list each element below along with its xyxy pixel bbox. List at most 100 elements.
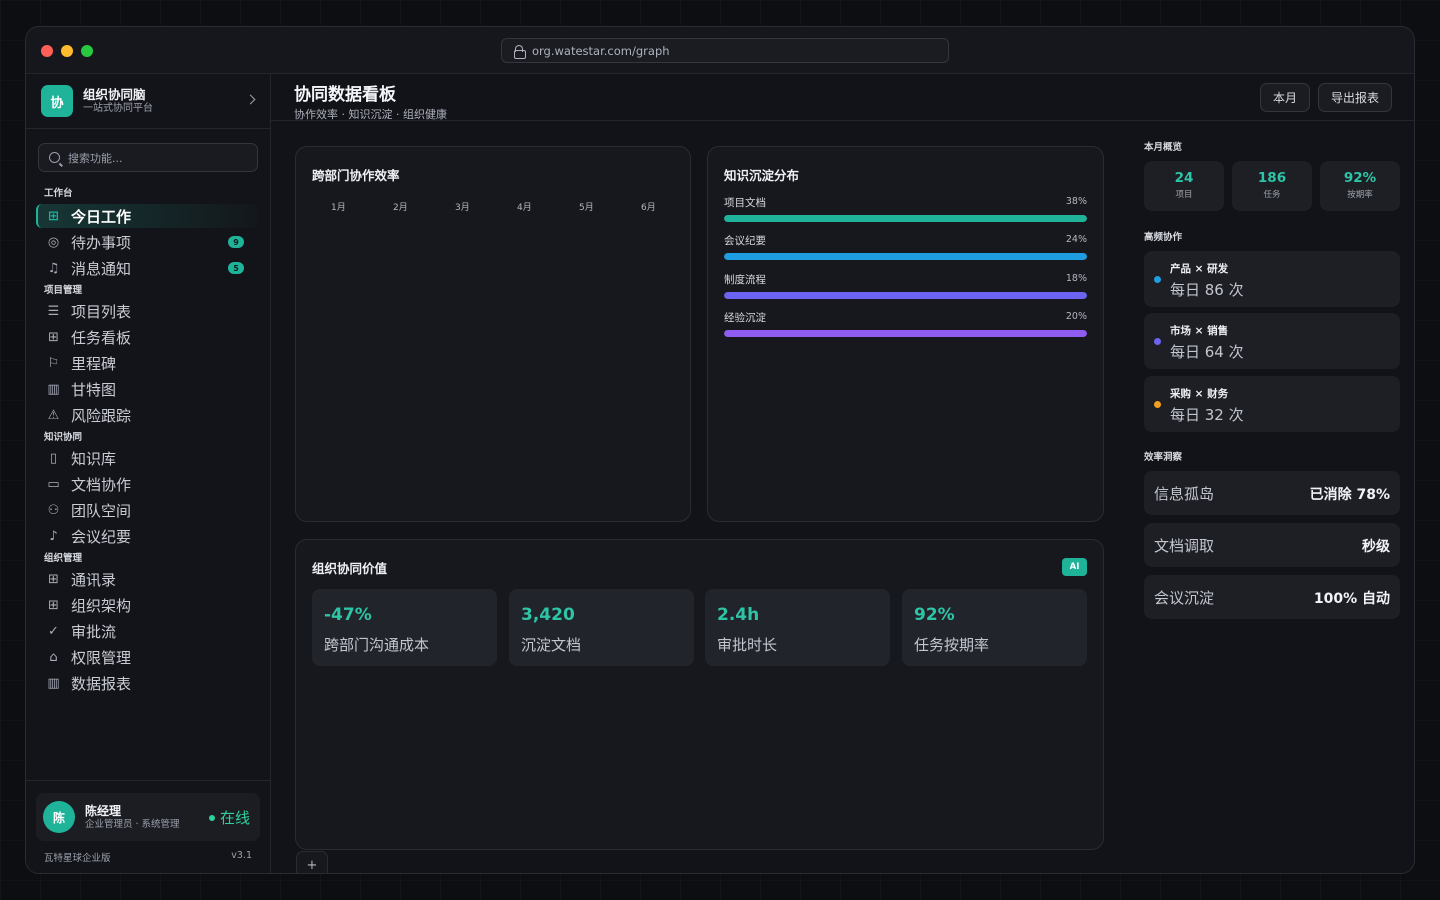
brand-switcher[interactable]: 协 组织协同脑 一站式协同平台 [41,85,256,117]
month-tick-label: 6月 [641,203,656,213]
metric-value: -47% [324,605,372,625]
insight-item[interactable]: 文档调取 秒级 [1144,523,1400,567]
insights-title: 效率洞察 [1144,452,1183,463]
insight-key: 会议沉淀 [1154,589,1215,607]
brand-logo: 协 [41,85,73,117]
count-badge: 5 [228,262,244,274]
sidebar-item-label: 团队空间 [71,501,132,520]
knowledge-bar-fill [724,292,1087,299]
metric-value: 2.4h [717,605,760,625]
minimize-window-button[interactable] [61,45,73,57]
org-chart-icon: ⊞ [48,597,59,613]
search-input[interactable]: 搜索功能... [38,143,258,172]
status-badge: 在线 [208,807,250,828]
collab-pair-item[interactable]: 产品 × 研发 每日 86 次 [1144,251,1400,307]
window-controls [41,45,93,57]
sidebar-item-milestone[interactable]: ⚐ 里程碑 [36,351,258,375]
sidebar-item-reports[interactable]: ▥ 数据报表 [36,671,258,695]
sidebar-item-label: 知识库 [71,449,117,468]
overview-stat: 24 项目 [1144,161,1224,211]
sidebar-item-label: 权限管理 [71,648,132,667]
sidebar-item-today[interactable]: ⊞ 今日工作 [36,204,258,228]
month-filter-button[interactable]: 本月 [1260,83,1311,112]
user-name: 陈经理 [85,803,122,818]
brand-subtitle: 一站式协同平台 [83,103,153,114]
sidebar-item-label: 今日工作 [71,207,132,226]
contacts-icon: ⊞ [48,571,59,587]
collab-title: 高频协作 [1144,232,1183,243]
stat-label: 项目 [1175,190,1193,200]
sidebar-item-team[interactable]: ⚇ 团队空间 [36,498,258,522]
address-bar[interactable]: org.watestar.com/graph [501,38,949,63]
collab-pair-item[interactable]: 采购 × 财务 每日 32 次 [1144,376,1400,432]
value-metric: 2.4h 审批时长 [705,589,890,666]
knowledge-bar-track [724,215,1087,222]
knowledge-bar-value: 20% [1065,311,1087,322]
sidebar-item-kb[interactable]: ▯ 知识库 [36,446,258,470]
kanban-icon: ⊞ [48,329,59,345]
sidebar-item-permission[interactable]: ⌂ 权限管理 [36,645,258,669]
user-card[interactable]: 陈 陈经理 企业管理员 · 系统管理 在线 [36,793,260,841]
knowledge-bar-value: 18% [1065,273,1087,284]
bar-chart-icon: ▥ [47,675,60,691]
page-subtitle: 协作效率 · 知识沉淀 · 组织健康 [294,108,447,121]
sidebar-item-label: 里程碑 [71,354,117,373]
warning-icon: ⚠ [47,407,60,423]
month-tick-label: 3月 [455,203,470,213]
collab-pair-name: 采购 × 财务 [1170,388,1229,400]
status-text: 在线 [219,809,250,827]
sidebar-item-projects[interactable]: ☰ 项目列表 [36,299,258,323]
knowledge-bar-label: 会议纪要 [724,235,766,247]
count-badge: 9 [228,236,244,248]
stat-label: 按期率 [1347,190,1373,200]
search-placeholder: 搜索功能... [68,151,123,165]
knowledge-bar-value: 24% [1065,234,1087,245]
insight-value: 秒级 [1362,539,1390,555]
version-label: v3.1 [231,850,252,861]
insight-item[interactable]: 信息孤岛 已消除 78% [1144,471,1400,515]
sidebar-item-kanban[interactable]: ⊞ 任务看板 [36,325,258,349]
sidebar-item-label: 文档协作 [71,475,132,494]
knowledge-bar-track [724,253,1087,260]
section-label-workbench: 工作台 [44,188,73,199]
sidebar-item-notify[interactable]: ♫ 消息通知 5 [36,256,258,280]
sidebar-item-approval[interactable]: ✓ 审批流 [36,619,258,643]
sidebar-item-label: 风险跟踪 [71,406,132,425]
chevron-right-icon [245,94,256,105]
sidebar-item-todo[interactable]: ◎ 待办事项 9 [36,230,258,254]
sidebar-item-label: 组织架构 [71,596,132,615]
dot-icon [1154,401,1161,408]
insight-item[interactable]: 会议沉淀 100% 自动 [1144,575,1400,619]
users-icon: ⚇ [47,502,60,518]
overview-title: 本月概览 [1144,142,1183,153]
close-window-button[interactable] [41,45,53,57]
sidebar-item-gantt[interactable]: ▥ 甘特图 [36,377,258,401]
month-tick-label: 5月 [579,203,594,213]
sidebar-item-docs[interactable]: ▭ 文档协作 [36,472,258,496]
metric-label: 跨部门沟通成本 [324,636,430,654]
sidebar-item-orgchart[interactable]: ⊞ 组织架构 [36,593,258,617]
page-title: 协同数据看板 [294,85,396,105]
online-dot-icon [208,814,215,821]
maximize-window-button[interactable] [81,45,93,57]
stat-value: 186 [1257,170,1287,186]
ai-badge[interactable]: AI [1062,558,1087,576]
sidebar-item-label: 项目列表 [71,302,132,321]
sidebar-item-risk[interactable]: ⚠ 风险跟踪 [36,403,258,427]
value-metric: -47% 跨部门沟通成本 [312,589,497,666]
flag-icon: ⚐ [47,355,60,371]
insight-value: 100% 自动 [1313,591,1390,607]
export-report-button[interactable]: 导出报表 [1318,83,1393,112]
sidebar-item-label: 甘特图 [71,380,117,399]
collab-pair-item[interactable]: 市场 × 销售 每日 64 次 [1144,313,1400,369]
knowledge-bar-label: 制度流程 [724,274,766,286]
user-role: 企业管理员 · 系统管理 [85,818,180,830]
sidebar-item-contacts[interactable]: ⊞ 通讯录 [36,567,258,591]
knowledge-bar-fill [724,330,1087,337]
sidebar-item-label: 会议纪要 [71,527,132,546]
book-icon: ▯ [49,450,58,466]
sidebar-item-meeting[interactable]: ♪ 会议纪要 [36,524,258,548]
section-label-org: 组织管理 [44,553,83,564]
add-tab-button[interactable]: + [296,851,328,873]
sidebar: 协 组织协同脑 一站式协同平台 搜索功能... 工作台 ⊞ 今日工作 ◎ 待办事… [26,74,271,873]
